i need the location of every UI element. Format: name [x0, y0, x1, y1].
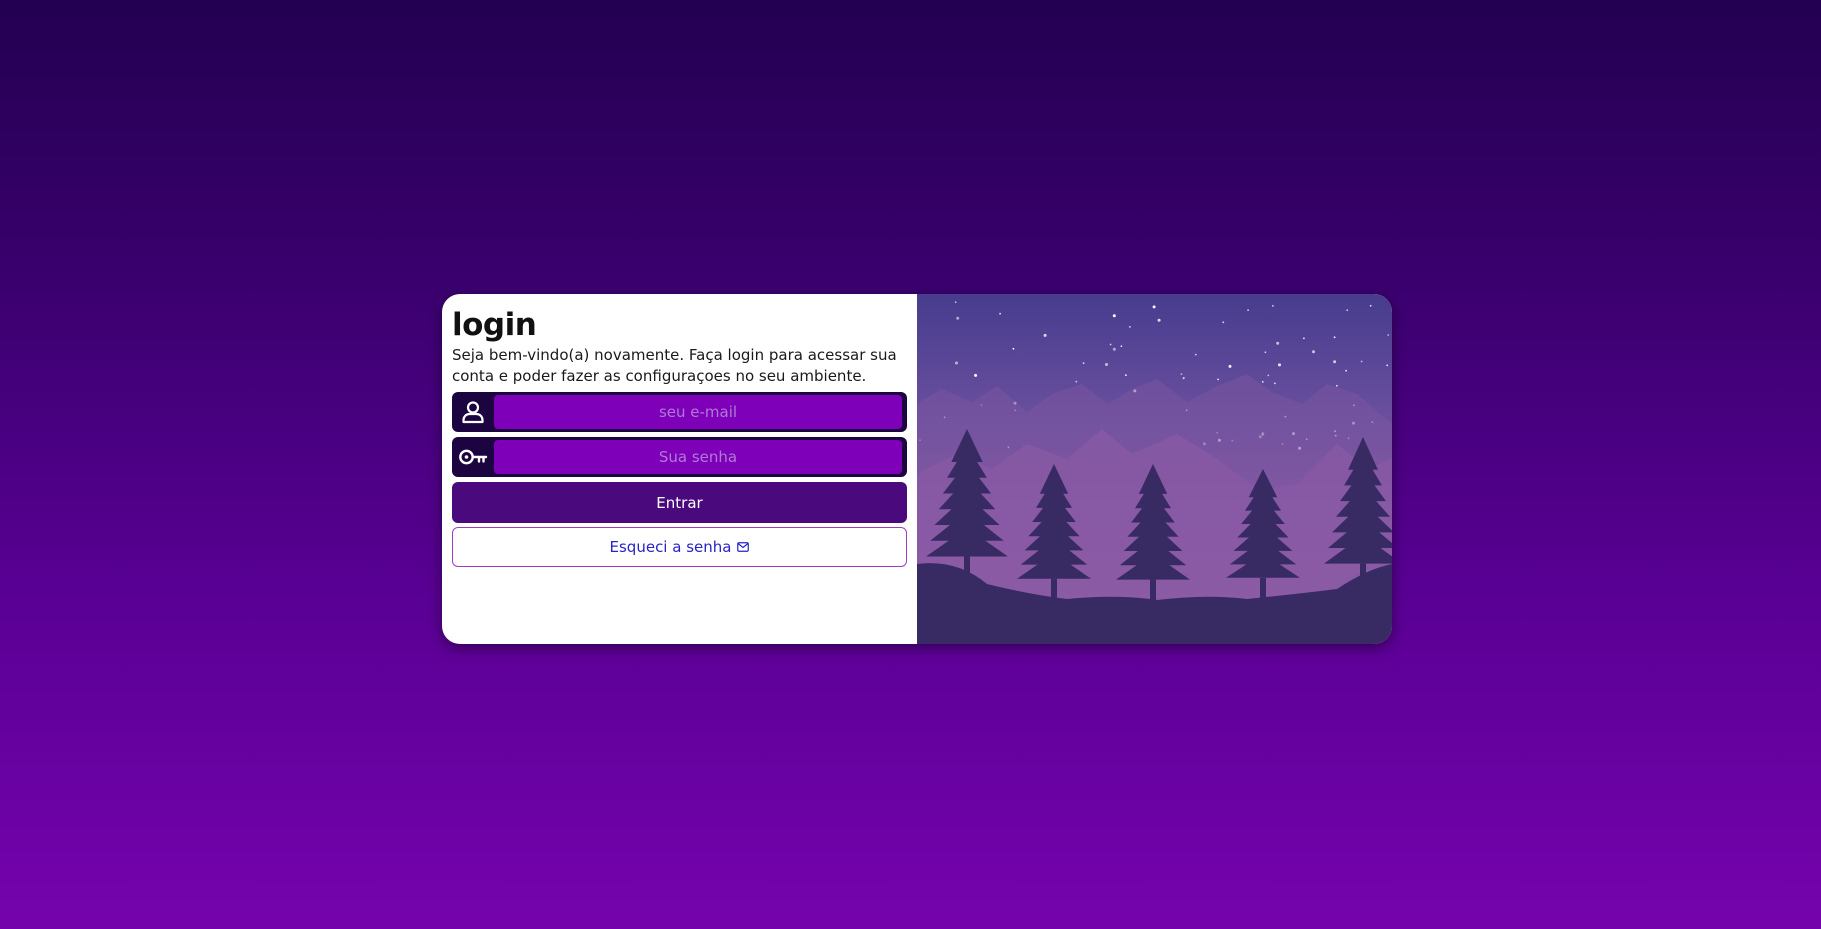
page-title: login: [452, 307, 537, 343]
star: [1264, 351, 1267, 354]
star: [1112, 314, 1116, 318]
star: [1129, 326, 1131, 328]
star: [1272, 305, 1274, 307]
envelope-icon: [737, 538, 750, 556]
forgot-password-label: Esqueci a senha: [609, 538, 732, 556]
email-field-group: [452, 392, 907, 432]
star: [1120, 345, 1123, 348]
star: [1369, 304, 1372, 307]
welcome-text: Seja bem-vindo(a) novamente. Faça login …: [452, 346, 897, 385]
star: [1112, 347, 1116, 351]
key-icon: [452, 440, 494, 474]
star: [1267, 374, 1270, 377]
password-input[interactable]: [494, 440, 902, 474]
star: [1346, 309, 1349, 312]
star: [1105, 363, 1108, 366]
star: [1333, 360, 1337, 364]
star: [1336, 384, 1338, 387]
star: [1333, 336, 1336, 339]
star: [1387, 334, 1390, 336]
star: [1125, 374, 1127, 376]
star: [954, 301, 957, 304]
user-icon: [452, 395, 494, 429]
star: [1278, 363, 1281, 367]
star: [1276, 341, 1280, 345]
email-input[interactable]: [494, 395, 902, 429]
star: [974, 373, 978, 377]
star: [1082, 362, 1085, 364]
login-form-panel: login Seja bem-vindo(a) novamente. Faça …: [442, 294, 917, 644]
star: [1109, 343, 1112, 346]
star: [955, 361, 958, 365]
star: [1180, 373, 1183, 375]
submit-button[interactable]: Entrar: [452, 482, 907, 523]
star: [1312, 350, 1315, 354]
star: [1157, 318, 1161, 322]
star: [1075, 380, 1078, 383]
star: [1386, 364, 1389, 367]
star: [1183, 377, 1185, 379]
star: [1152, 305, 1156, 309]
star: [1303, 337, 1305, 340]
star: [1222, 321, 1225, 324]
star: [1247, 309, 1249, 311]
star: [1217, 378, 1219, 381]
star: [956, 316, 960, 320]
forgot-password-button[interactable]: Esqueci a senha: [452, 527, 907, 567]
star: [1012, 347, 1015, 350]
star: [1274, 382, 1276, 385]
star: [1261, 381, 1264, 383]
star: [999, 312, 1001, 315]
star: [1345, 369, 1347, 372]
night-forest-illustration: [917, 294, 1392, 644]
password-field-group: [452, 437, 907, 477]
star: [1194, 353, 1197, 356]
star: [1360, 360, 1363, 363]
star: [1228, 364, 1232, 368]
star: [1043, 333, 1047, 337]
login-card: login Seja bem-vindo(a) novamente. Faça …: [442, 294, 1392, 644]
